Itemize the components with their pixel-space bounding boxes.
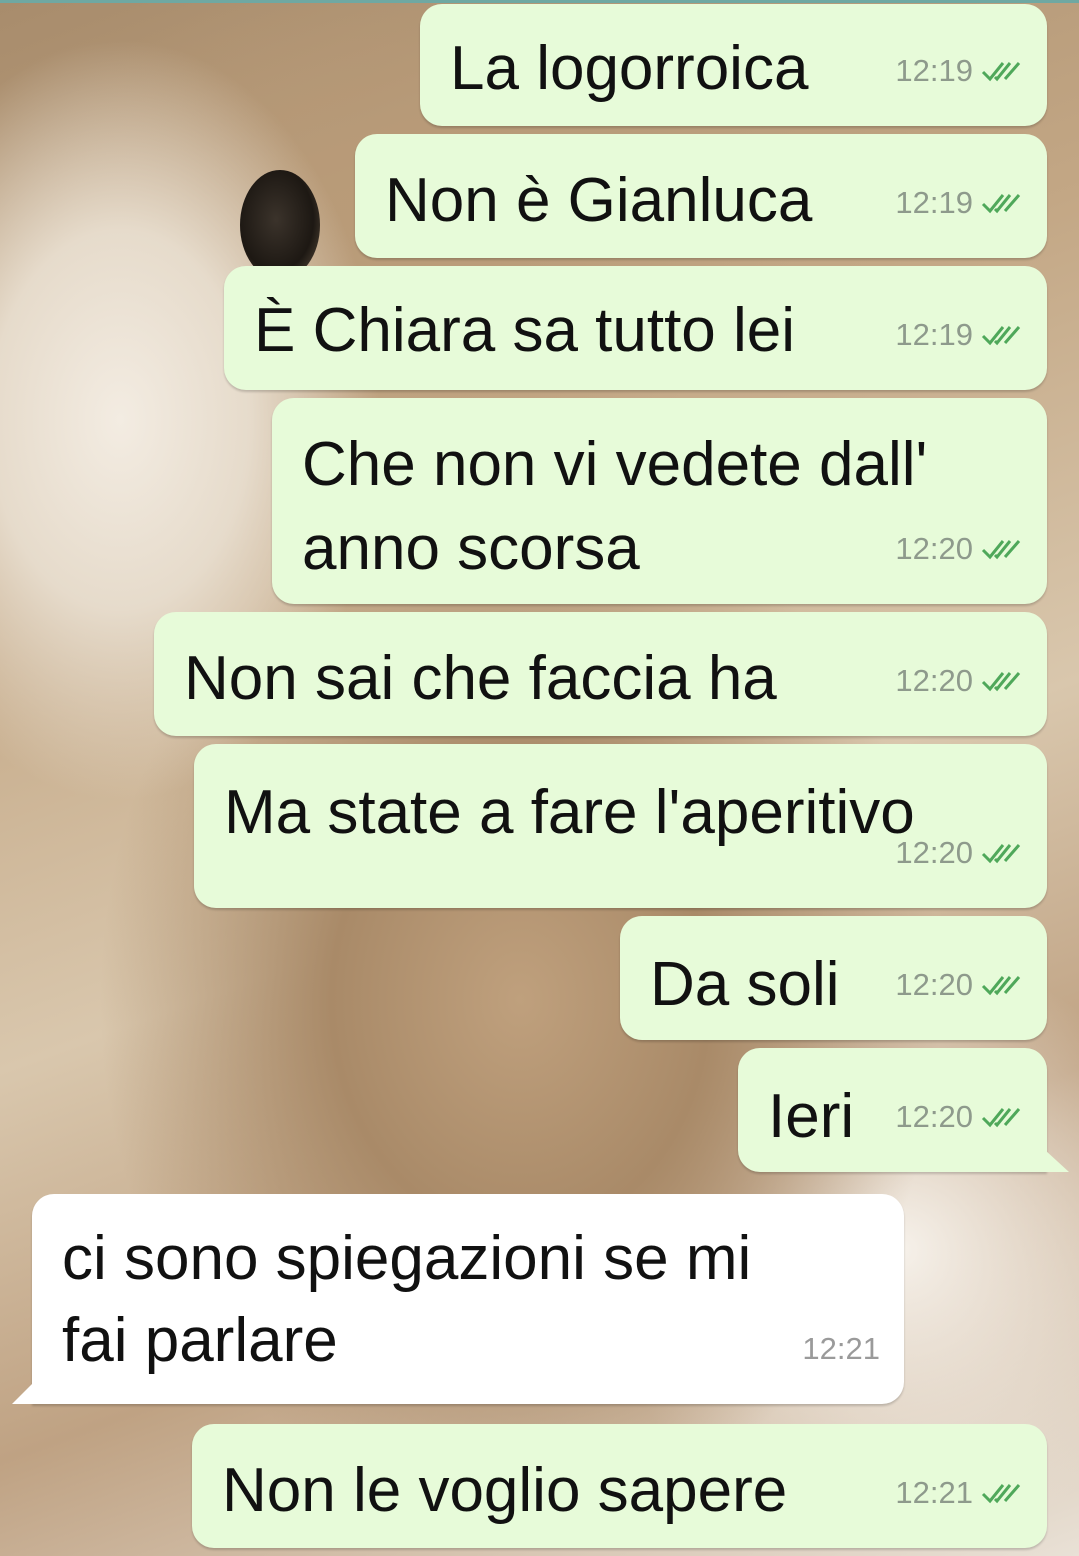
message-time: 12:20 (895, 835, 973, 870)
message-text: Ieri (768, 1082, 855, 1151)
message-meta: 12:21 (802, 1308, 880, 1390)
message-text: Non sai che faccia ha (184, 644, 777, 713)
message-meta: 12:21 (895, 1452, 1027, 1534)
message-bubble[interactable]: Da soli 12:20 (620, 916, 1047, 1040)
message-text-line2: fai parlare (62, 1306, 338, 1375)
message-bubble[interactable]: Ieri 12:20 (738, 1048, 1069, 1172)
message-meta: 12:19 (895, 30, 1027, 112)
message-bubble[interactable]: Ma state a fare l'aperitivo 12:20 (194, 744, 1047, 908)
message-time: 12:20 (895, 531, 973, 566)
incoming-message-bubble[interactable]: ci sono spiegazioni se mi fai parlare 12… (12, 1194, 904, 1404)
message-text: La logorroica (450, 34, 809, 103)
double-check-icon (981, 976, 1021, 996)
message-meta: 12:20 (895, 640, 1027, 722)
message-meta: 12:20 (895, 944, 1027, 1026)
double-check-icon (981, 844, 1021, 864)
message-text-line2: anno scorsa (302, 514, 640, 583)
message-bubble[interactable]: Che non vi vedete dall' anno scorsa 12:2… (272, 398, 1047, 604)
double-check-icon (981, 1484, 1021, 1504)
message-meta: 12:19 (895, 162, 1027, 244)
message-text: È Chiara sa tutto lei (254, 296, 796, 365)
wallpaper-plush-eye (240, 170, 320, 280)
message-bubble[interactable]: Non è Gianluca 12:19 (355, 134, 1047, 258)
double-check-icon (981, 194, 1021, 214)
message-text: Da soli (650, 950, 840, 1019)
message-bubble[interactable]: La logorroica 12:19 (420, 4, 1047, 126)
message-text: Non è Gianluca (385, 166, 813, 235)
double-check-icon (981, 62, 1021, 82)
message-time: 12:20 (895, 967, 973, 1002)
message-bubble[interactable]: È Chiara sa tutto lei 12:19 (224, 266, 1047, 390)
message-time: 12:19 (895, 317, 973, 352)
message-time: 12:19 (895, 185, 973, 220)
double-check-icon (981, 326, 1021, 346)
message-text: Non le voglio sapere (222, 1456, 788, 1525)
message-text-line1: ci sono spiegazioni se mi (62, 1224, 752, 1293)
double-check-icon (981, 540, 1021, 560)
message-bubble[interactable]: Non le voglio sapere 12:21 (192, 1424, 1047, 1548)
message-bubble[interactable]: Non sai che faccia ha 12:20 (154, 612, 1047, 736)
double-check-icon (981, 1108, 1021, 1128)
message-time: 12:21 (895, 1475, 973, 1510)
message-text: Ma state a fare l'aperitivo (224, 778, 915, 847)
message-time: 12:21 (802, 1331, 880, 1366)
message-meta: 12:20 (895, 1076, 1027, 1158)
message-time: 12:20 (895, 1099, 973, 1134)
message-meta: 12:19 (895, 294, 1027, 376)
message-time: 12:19 (895, 53, 973, 88)
message-time: 12:20 (895, 663, 973, 698)
double-check-icon (981, 672, 1021, 692)
message-meta: 12:20 (895, 812, 1027, 894)
message-text-line1: Che non vi vedete dall' (302, 430, 928, 499)
header-edge (0, 0, 1079, 3)
message-meta: 12:20 (895, 508, 1027, 590)
